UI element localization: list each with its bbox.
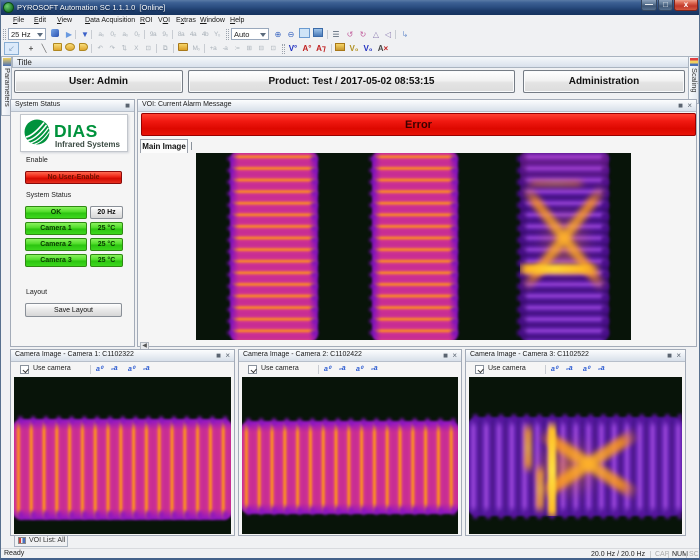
svg-text:Infrared Systems: Infrared Systems [55,140,120,149]
svg-text:DIAS: DIAS [54,121,98,141]
